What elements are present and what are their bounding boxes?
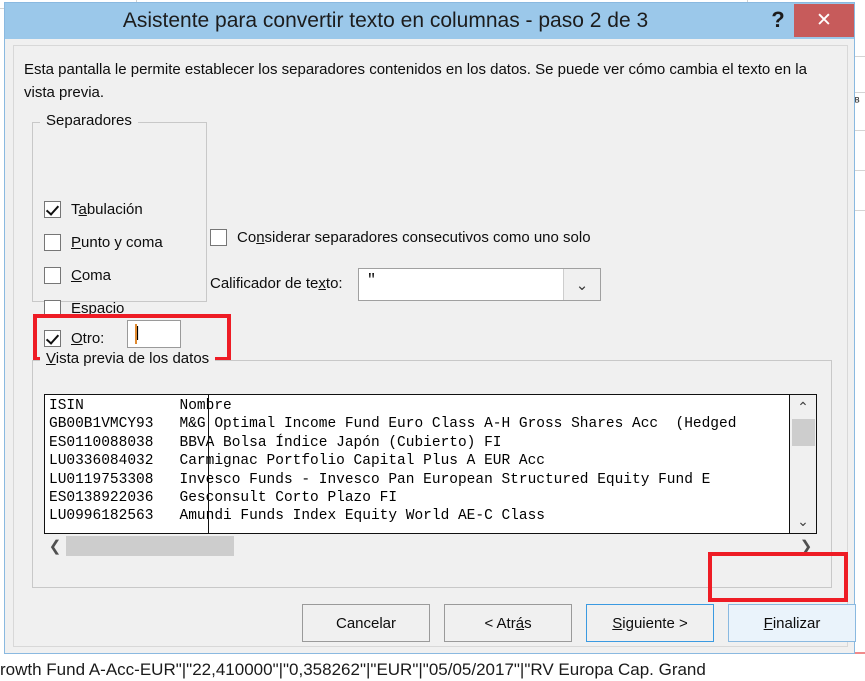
checkbox-otro[interactable]: Otro:: [44, 327, 104, 349]
checkbox-tabulacion[interactable]: Tabulación: [44, 198, 143, 220]
back-button[interactable]: < Atr á s: [444, 604, 572, 642]
data-preview-pane[interactable]: ISIN Nombre GB00B1VMCY93 M&G Optimal Inc…: [44, 394, 817, 534]
checkbox-punto-y-coma-box[interactable]: [44, 233, 61, 251]
excel-row-rule: [855, 56, 865, 57]
checkbox-punto-y-coma-label: Punto y coma: [71, 233, 163, 251]
instruction-text: Esta pantalla le permite establecer los …: [24, 61, 807, 101]
separators-group-label: Separadores: [40, 112, 138, 129]
checkbox-coma[interactable]: Coma: [44, 264, 111, 286]
finish-button[interactable]: Finalizar: [728, 604, 856, 642]
text-qualifier-select[interactable]: " ⌄: [358, 268, 601, 301]
excel-row-rule: [855, 170, 865, 171]
preview-vertical-scrollbar[interactable]: ⌃ ⌄: [789, 395, 816, 533]
vertical-scrollbar-thumb[interactable]: [792, 419, 815, 446]
excel-cell-glyph: ᴮ: [855, 96, 860, 108]
data-preview-group-label: Vista previa de los datos: [40, 350, 216, 367]
checkbox-espacio-label: Espacio: [71, 299, 125, 317]
close-icon[interactable]: ✕: [794, 4, 854, 37]
text-qualifier-value: ": [367, 272, 377, 289]
scroll-down-icon[interactable]: ⌄: [790, 511, 816, 531]
checkbox-consecutive-separators-label: Considerar separadores consecutivos como…: [237, 228, 591, 246]
checkbox-tabulacion-label: Tabulación: [71, 200, 143, 218]
data-preview-text: ISIN Nombre GB00B1VMCY93 M&G Optimal Inc…: [49, 398, 737, 525]
excel-row-rule: [855, 130, 865, 131]
checkbox-punto-y-coma[interactable]: Punto y coma: [44, 231, 163, 253]
checkbox-coma-label: Coma: [71, 266, 112, 284]
checkbox-coma-box[interactable]: [44, 266, 61, 284]
preview-column-divider[interactable]: [208, 395, 209, 533]
chevron-down-icon[interactable]: ⌄: [563, 269, 600, 300]
text-to-columns-wizard-dialog: Asistente para convertir texto en column…: [4, 2, 856, 654]
preview-horizontal-scrollbar[interactable]: ❮ ❯: [44, 534, 817, 558]
dialog-titlebar: Asistente para convertir texto en column…: [5, 3, 854, 39]
excel-bottom-row-text: rowth Fund A-Acc-EUR"|"22,410000"|"0,358…: [0, 658, 865, 681]
checkbox-consecutive-separators[interactable]: Considerar separadores consecutivos como…: [210, 226, 591, 248]
scroll-left-icon[interactable]: ❮: [44, 534, 66, 558]
checkbox-otro-label: Otro:: [71, 329, 105, 347]
cancel-button[interactable]: Cancelar: [302, 604, 430, 642]
scroll-up-icon[interactable]: ⌃: [790, 397, 816, 417]
excel-row-rule: [855, 210, 865, 211]
dialog-body: Esta pantalla le permite establecer los …: [13, 45, 856, 647]
checkbox-tabulacion-box[interactable]: [44, 200, 61, 218]
horizontal-scrollbar-thumb[interactable]: [66, 536, 234, 556]
excel-row-rule: [855, 92, 865, 93]
checkbox-espacio-box[interactable]: [44, 299, 61, 317]
next-button[interactable]: Siguiente >: [586, 604, 714, 642]
dialog-title: Asistente para convertir texto en column…: [122, 9, 649, 32]
help-icon[interactable]: ?: [764, 3, 792, 39]
checkbox-otro-box[interactable]: [44, 329, 61, 347]
text-caret: [135, 324, 137, 344]
text-qualifier-label: Calificador de texto:: [210, 275, 343, 292]
checkbox-consecutive-separators-box[interactable]: [210, 228, 227, 246]
checkbox-espacio[interactable]: Espacio: [44, 297, 124, 319]
scroll-right-icon[interactable]: ❯: [795, 534, 817, 558]
